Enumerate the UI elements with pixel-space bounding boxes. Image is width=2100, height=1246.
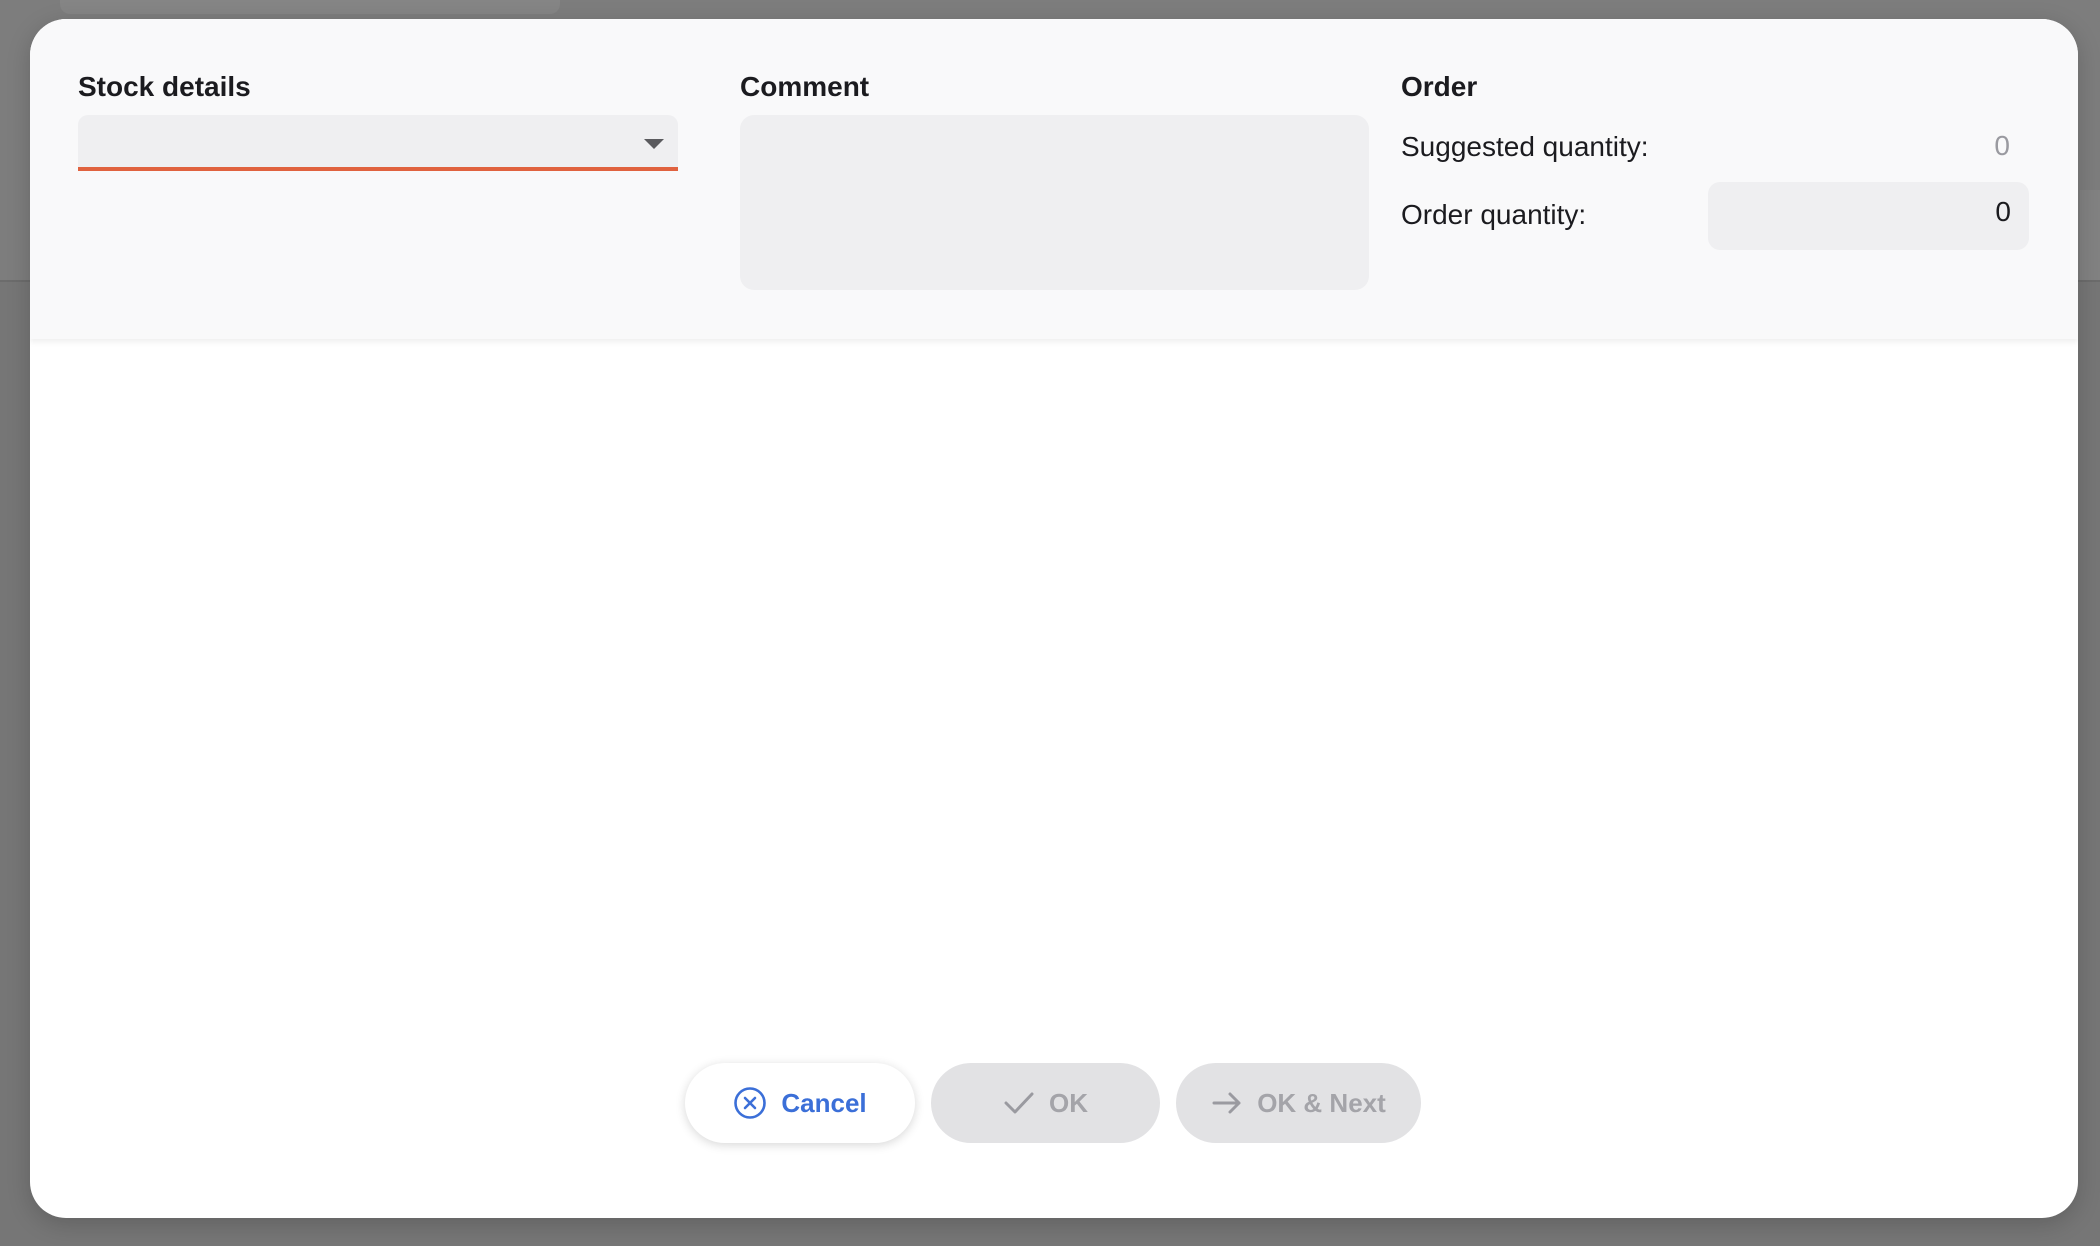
backdrop-field: [60, 0, 560, 14]
order-dialog: Stock details Comment Order Suggested qu…: [30, 19, 2078, 1218]
dialog-header: Stock details Comment Order Suggested qu…: [30, 19, 2078, 339]
comment-title: Comment: [740, 71, 870, 102]
order-quantity-label: Order quantity:: [1401, 199, 1587, 230]
suggested-quantity-label: Suggested quantity:: [1401, 131, 1649, 162]
suggested-quantity-value: 0: [1994, 130, 2010, 161]
caret-down-icon: [644, 139, 664, 149]
close-circle-icon: [733, 1086, 767, 1120]
stock-details-title: Stock details: [78, 71, 251, 102]
arrow-right-icon: [1211, 1090, 1243, 1116]
ok-label: OK: [1049, 1087, 1088, 1118]
order-title: Order: [1401, 71, 1478, 102]
stock-details-select[interactable]: [78, 115, 678, 171]
ok-next-button[interactable]: OK & Next: [1176, 1063, 1421, 1143]
cancel-button[interactable]: Cancel: [685, 1063, 915, 1143]
order-quantity-input[interactable]: [1708, 182, 2029, 250]
comment-input[interactable]: [740, 115, 1369, 290]
cancel-label: Cancel: [781, 1087, 867, 1118]
backdrop-edge-block: [2080, 190, 2100, 280]
ok-button[interactable]: OK: [931, 1063, 1160, 1143]
ok-next-label: OK & Next: [1257, 1087, 1386, 1118]
check-icon: [1003, 1090, 1035, 1116]
